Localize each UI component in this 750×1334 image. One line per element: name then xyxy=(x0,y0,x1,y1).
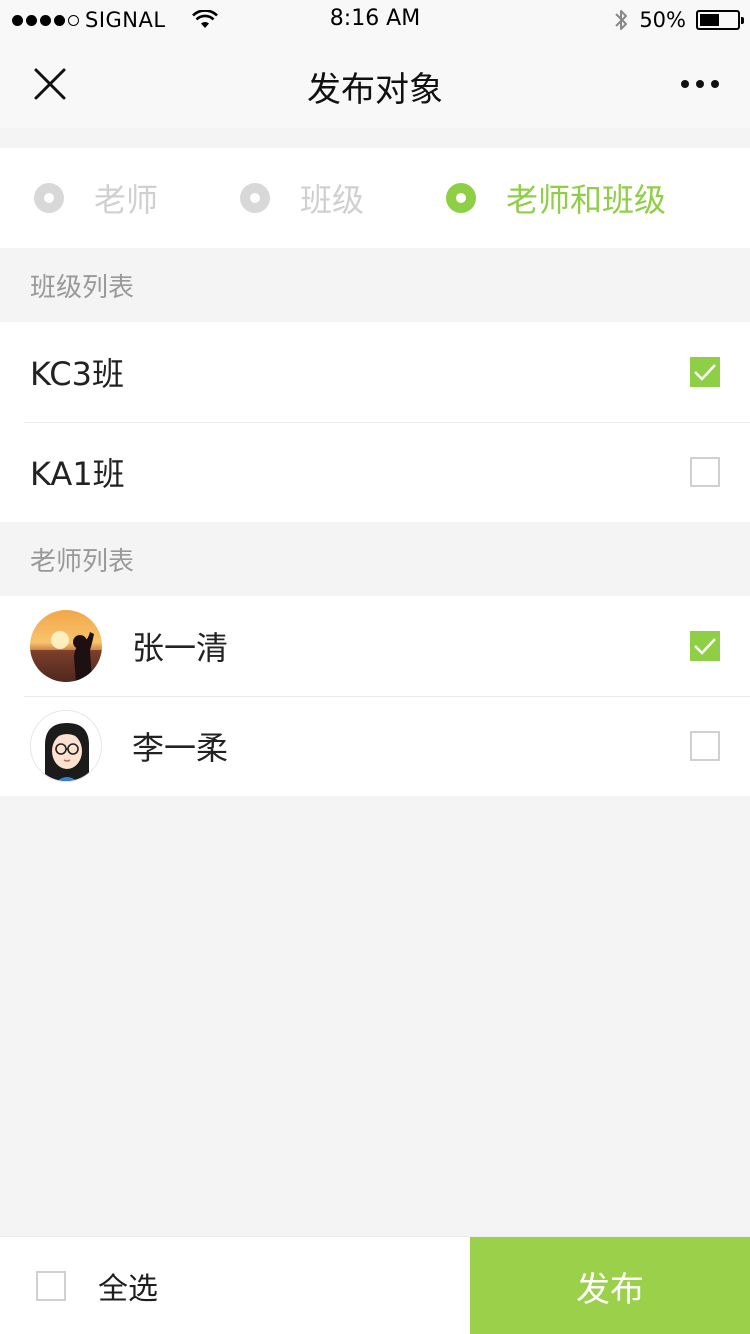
status-bar: SIGNAL 8:16 AM 50% xyxy=(0,0,750,40)
class-list-header: 班级列表 xyxy=(0,248,750,322)
radio-icon xyxy=(446,183,476,213)
class-name: KC3班 xyxy=(30,355,124,393)
checkbox[interactable] xyxy=(690,631,720,661)
radio-icon xyxy=(240,183,270,213)
teacher-list-header: 老师列表 xyxy=(0,522,750,596)
class-name: KA1班 xyxy=(30,455,125,493)
radio-option-teachers[interactable]: 老师 xyxy=(34,148,158,248)
battery-icon xyxy=(696,10,744,30)
radio-icon xyxy=(34,183,64,213)
checkbox[interactable] xyxy=(690,731,720,761)
cartoon-girl-avatar-icon xyxy=(31,711,101,781)
teacher-list: 张一清 李一柔 xyxy=(0,596,750,796)
navigation-bar: 发布对象 xyxy=(0,40,750,128)
select-all-checkbox[interactable] xyxy=(36,1271,66,1301)
more-options-button[interactable] xyxy=(676,70,724,98)
avatar xyxy=(30,610,102,682)
audience-selector: 老师 班级 老师和班级 xyxy=(0,148,750,248)
bluetooth-icon xyxy=(615,10,628,30)
list-item-teacher[interactable]: 李一柔 xyxy=(0,696,750,796)
teacher-name: 李一柔 xyxy=(132,729,229,767)
checkmark-icon xyxy=(694,638,716,655)
avatar xyxy=(30,710,102,782)
radio-label: 老师 xyxy=(94,181,159,219)
more-dots-icon xyxy=(681,80,689,88)
checkbox[interactable] xyxy=(690,457,720,487)
battery-percentage: 50% xyxy=(639,8,686,32)
radio-label: 班级 xyxy=(300,181,365,219)
teacher-name: 张一清 xyxy=(132,629,229,667)
list-item-teacher[interactable]: 张一清 xyxy=(0,596,750,696)
radio-label: 老师和班级 xyxy=(506,181,667,219)
radio-option-classes[interactable]: 班级 xyxy=(240,148,364,248)
radio-option-teachers-and-classes[interactable]: 老师和班级 xyxy=(446,148,666,248)
class-list: KC3班 KA1班 xyxy=(0,322,750,522)
page-title: 发布对象 xyxy=(307,70,443,110)
select-all-label: 全选 xyxy=(98,1272,158,1307)
checkbox[interactable] xyxy=(690,357,720,387)
status-right: 50% xyxy=(613,6,744,34)
sunset-photo-avatar-icon xyxy=(30,610,102,682)
publish-button[interactable]: 发布 xyxy=(470,1237,750,1334)
list-item-class[interactable]: KA1班 xyxy=(0,422,750,522)
select-all-toggle[interactable]: 全选 xyxy=(36,1237,158,1334)
checkmark-icon xyxy=(694,364,716,381)
bottom-action-bar: 全选 发布 xyxy=(0,1236,750,1334)
list-item-class[interactable]: KC3班 xyxy=(0,322,750,422)
